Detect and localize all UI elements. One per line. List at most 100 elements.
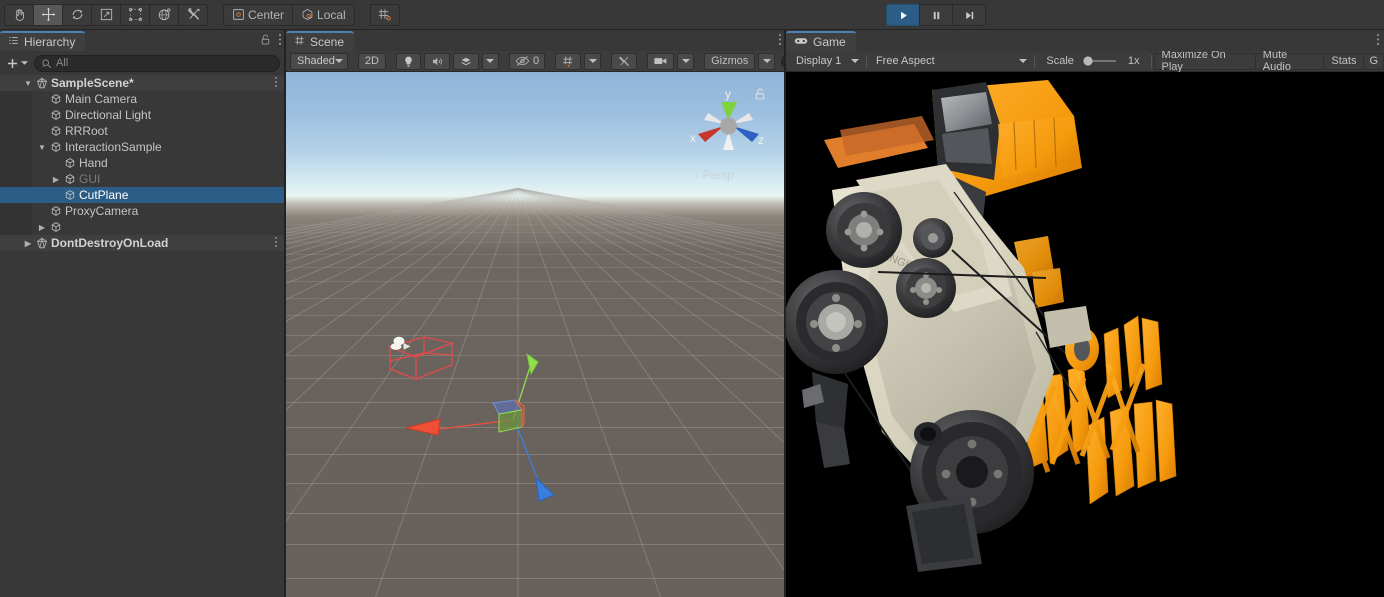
hierarchy-item-row[interactable]: CutPlane	[0, 187, 286, 203]
persp-arrow: ‹	[695, 168, 699, 182]
play-button[interactable]	[886, 4, 920, 26]
hierarchy-item-row[interactable]: RRRoot	[0, 123, 286, 139]
expand-arrow-icon[interactable]: ▶	[50, 175, 62, 184]
scale-label: Scale	[1046, 55, 1074, 67]
scene-grid-arrow[interactable]	[584, 52, 602, 70]
display-dropdown[interactable]: Display 1	[790, 53, 863, 70]
gizmo-lock-icon[interactable]	[754, 88, 766, 104]
scene-visibility-toggle[interactable]: 0	[508, 52, 546, 70]
toggle-2d-button[interactable]: 2D	[357, 52, 386, 70]
scene-gizmos-arrow[interactable]	[758, 52, 776, 70]
gameobject-cube-icon	[48, 93, 63, 105]
mute-audio-button[interactable]: Mute Audio	[1254, 49, 1325, 73]
scene-fx-dropdown[interactable]	[452, 52, 479, 70]
grid-line-horizontal	[286, 208, 786, 209]
row-context-menu-icon[interactable]	[274, 236, 278, 251]
display-label: Display 1	[796, 55, 842, 67]
custom-tool-button[interactable]	[178, 3, 208, 26]
scene-audio-toggle[interactable]	[423, 52, 450, 70]
step-button[interactable]	[952, 4, 986, 26]
scene-gizmos-label: Gizmos	[711, 55, 749, 67]
scene-fx-arrow[interactable]	[481, 52, 499, 70]
move-transform-gizmo[interactable]	[400, 340, 570, 515]
game-viewport[interactable]: ENGINE	[786, 72, 1384, 597]
tab-game[interactable]: Game	[786, 31, 856, 51]
scene-camera-button[interactable]	[647, 52, 675, 70]
hierarchy-item-row[interactable]: Hand	[0, 155, 286, 171]
pause-button[interactable]	[919, 4, 953, 26]
hierarchy-scene-row[interactable]: ▶ DontDestroyOnLoad	[0, 235, 286, 251]
scene-gizmos-button[interactable]: Gizmos	[704, 52, 756, 70]
tab-scene-label: Scene	[310, 35, 345, 49]
scene-menu-icon[interactable]	[778, 33, 782, 49]
game-gizmos-button[interactable]: G	[1363, 52, 1384, 70]
engine-model-render: ENGINE	[786, 80, 1177, 572]
rotate-tool-button[interactable]	[62, 3, 92, 26]
tab-hierarchy-label: Hierarchy	[24, 35, 76, 49]
gamepad-icon	[794, 35, 808, 49]
stats-label: Stats	[1331, 55, 1357, 67]
gizmo-axis-z-label: z	[758, 133, 764, 147]
expand-arrow-icon[interactable]: ▼	[36, 143, 48, 152]
engine-pulley-small	[913, 218, 953, 258]
grid-line-horizontal	[286, 211, 786, 213]
scene-grid-toggle[interactable]	[555, 52, 582, 70]
gameobject-cube-icon	[48, 109, 63, 121]
hierarchy-item-row[interactable]: Directional Light	[0, 107, 286, 123]
pivot-mode-button[interactable]: Center	[223, 3, 294, 26]
scale-tool-button[interactable]	[91, 3, 121, 26]
tab-scene[interactable]: Scene	[286, 31, 355, 51]
shading-mode-dropdown[interactable]: Shaded	[290, 52, 348, 70]
hierarchy-item-row[interactable]: ▶ GUI	[0, 171, 286, 187]
lock-icon[interactable]	[260, 34, 271, 49]
game-gizmos-label: G	[1369, 55, 1379, 67]
add-gameobject-button[interactable]	[6, 57, 28, 70]
scene-component-tools-button[interactable]	[611, 52, 638, 70]
hierarchy-item-label: DontDestroyOnLoad	[51, 236, 169, 250]
scene-tab-actions	[778, 33, 782, 49]
scene-perspective-label[interactable]: ‹ Persp	[695, 168, 734, 182]
hierarchy-menu-icon[interactable]	[278, 33, 282, 49]
engine-pulley-large	[786, 270, 888, 374]
grid-snapping-button[interactable]	[369, 3, 400, 26]
expand-arrow-icon[interactable]: ▶	[22, 239, 34, 248]
expand-arrow-icon[interactable]: ▶	[36, 223, 48, 232]
grid-line-horizontal	[286, 232, 786, 234]
hierarchy-item-row[interactable]: Main Camera	[0, 91, 286, 107]
playback-controls	[886, 4, 986, 26]
main-toolbar: Center Local	[0, 0, 1384, 30]
transform-tool-button[interactable]	[149, 3, 179, 26]
tab-hierarchy[interactable]: Hierarchy	[0, 31, 86, 51]
scale-slider-group[interactable]: Scale 1x	[1038, 55, 1147, 67]
scene-view-gizmo[interactable]: y x z ‹ Persp	[681, 80, 776, 190]
grid-line-horizontal	[286, 544, 786, 546]
game-menu-icon[interactable]	[1376, 33, 1380, 49]
scene-lighting-toggle[interactable]	[395, 52, 421, 70]
hand-tool-button[interactable]	[4, 3, 34, 26]
hierarchy-panel: Hierarchy All ▼ SampleScene* Main Camera…	[0, 30, 286, 597]
hierarchy-item-row[interactable]: ▼ InteractionSample	[0, 139, 286, 155]
game-options-group: Maximize On Play Mute Audio Stats G	[1153, 49, 1384, 73]
expand-arrow-icon[interactable]: ▼	[22, 79, 34, 88]
hierarchy-item-row[interactable]: ProxyCamera	[0, 203, 286, 219]
grid-snap-group	[369, 3, 400, 26]
hierarchy-item-label: Hand	[79, 156, 108, 170]
scene-viewport[interactable]: y x z ‹ Persp	[286, 72, 786, 597]
aspect-dropdown[interactable]: Free Aspect	[870, 53, 1031, 70]
handle-space-button[interactable]: Local	[292, 3, 355, 26]
game-tab-row: Game	[786, 30, 1384, 51]
hierarchy-search-input[interactable]: All	[34, 54, 280, 72]
scale-slider[interactable]	[1080, 55, 1122, 67]
hierarchy-scene-row[interactable]: ▼ SampleScene*	[0, 75, 286, 91]
scene-camera-arrow[interactable]	[677, 52, 695, 70]
hierarchy-item-row[interactable]: ▶	[0, 219, 286, 235]
rect-tool-button[interactable]	[120, 3, 150, 26]
gameobject-cube-icon	[62, 157, 77, 169]
stats-button[interactable]: Stats	[1323, 52, 1365, 70]
row-context-menu-icon[interactable]	[274, 76, 278, 91]
maximize-label: Maximize On Play	[1161, 49, 1226, 73]
move-tool-button[interactable]	[33, 3, 63, 26]
gameobject-cube-icon	[48, 205, 63, 217]
maximize-on-play-button[interactable]: Maximize On Play	[1153, 49, 1256, 73]
hierarchy-item-label: InteractionSample	[65, 140, 162, 154]
